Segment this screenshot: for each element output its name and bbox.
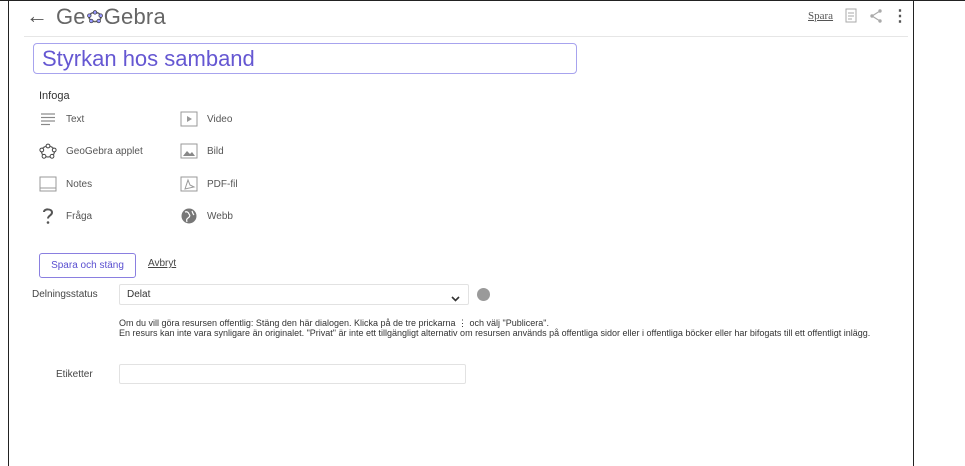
insert-pdf-label: PDF-fil bbox=[207, 178, 238, 190]
insert-video-label: Video bbox=[207, 113, 233, 125]
geogebra-logo: Ge Gebra bbox=[56, 4, 166, 30]
insert-pdf-button[interactable]: PDF-fil bbox=[180, 174, 238, 194]
sharing-note-line-2: En resurs kan inte vara synligare än ori… bbox=[119, 328, 871, 338]
sharing-note: Om du vill göra resursen offentlig: Stän… bbox=[119, 318, 879, 338]
insert-question-label: Fråga bbox=[66, 210, 93, 222]
save-and-close-button[interactable]: Spara och stäng bbox=[39, 253, 136, 278]
globe-icon[interactable] bbox=[477, 288, 490, 301]
insert-notes-button[interactable]: Notes bbox=[39, 174, 92, 194]
web-globe-icon bbox=[180, 207, 198, 225]
geogebra-flower-icon bbox=[86, 5, 103, 24]
insert-image-label: Bild bbox=[207, 145, 224, 157]
save-link[interactable]: Spara bbox=[808, 10, 833, 22]
sharing-status-select[interactable]: Delat bbox=[119, 284, 469, 305]
video-play-icon bbox=[180, 110, 198, 128]
frame-right-border bbox=[913, 0, 914, 466]
pdf-icon bbox=[180, 175, 198, 193]
question-icon bbox=[39, 207, 57, 225]
share-icon[interactable] bbox=[869, 8, 883, 29]
sharing-note-line-1: Om du vill göra resursen offentlig: Stän… bbox=[119, 318, 549, 328]
insert-notes-label: Notes bbox=[66, 178, 93, 190]
text-lines-icon bbox=[39, 110, 57, 128]
title-input[interactable] bbox=[33, 43, 577, 74]
chevron-down-icon bbox=[451, 290, 460, 308]
sharing-status-value: Delat bbox=[127, 289, 151, 300]
logo-suffix: Gebra bbox=[103, 4, 166, 29]
insert-heading: Infoga bbox=[39, 90, 70, 102]
insert-text-button[interactable]: Text bbox=[39, 109, 84, 129]
back-arrow-icon[interactable]: ← bbox=[26, 3, 48, 29]
geogebra-applet-icon bbox=[39, 142, 57, 160]
image-icon bbox=[180, 142, 198, 160]
logo-prefix: Ge bbox=[56, 4, 86, 29]
tags-label: Etiketter bbox=[56, 369, 93, 380]
frame-left-border bbox=[8, 0, 9, 466]
document-info-icon[interactable] bbox=[844, 8, 858, 29]
editor-page: ← Ge Gebra Spara ⋮ Infoga Text Video GeoG… bbox=[24, 0, 908, 466]
insert-web-label: Webb bbox=[207, 210, 233, 222]
notes-icon bbox=[39, 175, 57, 193]
insert-geogebra-applet-button[interactable]: GeoGebra applet bbox=[39, 141, 143, 161]
insert-video-button[interactable]: Video bbox=[180, 109, 232, 129]
top-bar: ← Ge Gebra Spara ⋮ bbox=[24, 0, 908, 37]
insert-text-label: Text bbox=[66, 113, 85, 125]
insert-image-button[interactable]: Bild bbox=[180, 141, 224, 161]
insert-geogebra-applet-label: GeoGebra applet bbox=[66, 145, 143, 157]
more-options-icon[interactable]: ⋮ bbox=[892, 6, 908, 26]
insert-question-button[interactable]: Fråga bbox=[39, 206, 92, 226]
sharing-status-label: Delningsstatus bbox=[32, 289, 98, 300]
cancel-link[interactable]: Avbryt bbox=[148, 258, 176, 269]
tags-input[interactable] bbox=[119, 364, 466, 384]
insert-web-button[interactable]: Webb bbox=[180, 206, 233, 226]
